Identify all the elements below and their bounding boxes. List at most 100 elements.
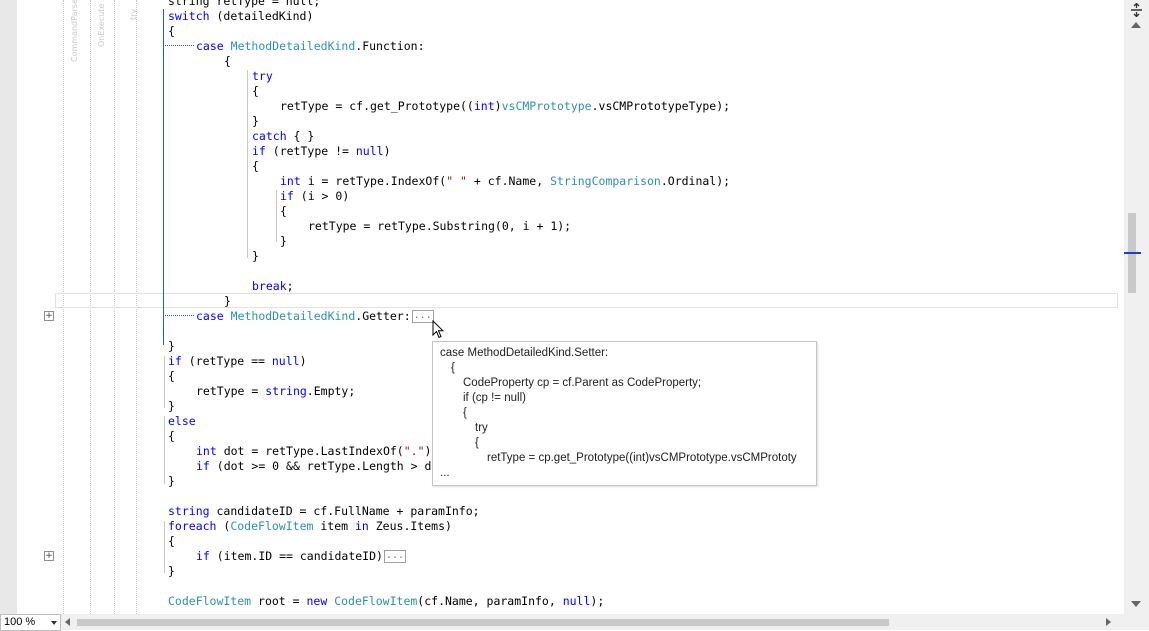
code-line[interactable]: { [168, 24, 175, 39]
code-token: string retType = null; [168, 0, 321, 8]
code-token: ) [494, 99, 502, 113]
code-token: int [473, 99, 495, 113]
code-token: { [168, 369, 175, 383]
code-token: { [224, 54, 231, 68]
code-line[interactable]: { [168, 429, 175, 444]
code-token: if [196, 459, 210, 473]
code-line[interactable]: { [224, 54, 231, 69]
collapsed-region-button[interactable]: ... [383, 550, 407, 563]
code-token: foreach [168, 519, 217, 533]
code-token: else [168, 414, 196, 428]
code-token: ) [299, 354, 307, 368]
code-token: (detailedKind) [209, 9, 314, 23]
code-text-area[interactable]: string retType = null; switch (detailedKi… [0, 0, 1116, 614]
scroll-down-arrow-icon[interactable] [1131, 601, 1141, 607]
collapsed-region-button[interactable]: ... [411, 310, 434, 323]
code-token: i = retType.IndexOf( [300, 174, 447, 188]
code-token: MethodDetailedKind [230, 39, 356, 53]
tooltip-line: CodeProperty cp = cf.Parent as CodePrope… [463, 377, 702, 389]
code-line[interactable]: } [168, 474, 175, 489]
code-line[interactable]: switch (detailedKind) [168, 9, 313, 24]
code-line[interactable]: if (item.ID == candidateID)... [196, 549, 407, 564]
code-line[interactable]: string retType = null; [168, 0, 320, 9]
code-line[interactable]: foreach (CodeFlowItem item in Zeus.Items… [168, 519, 452, 534]
code-token: try [252, 69, 273, 83]
code-line[interactable]: } [252, 249, 259, 264]
tooltip-line: ... [440, 467, 450, 479]
code-token: } [168, 339, 175, 353]
code-token: + cf.Name, [466, 174, 551, 188]
scroll-up-arrow-icon[interactable] [1131, 22, 1141, 28]
code-line[interactable]: try [252, 69, 273, 84]
code-line[interactable]: } [280, 234, 287, 249]
code-token: null [355, 144, 384, 158]
code-token: int [196, 444, 217, 458]
code-line[interactable]: retType = string.Empty; [196, 384, 355, 399]
code-editor[interactable]: CommandParse OnExecute try + + string re… [0, 0, 1124, 614]
code-line[interactable]: { [252, 84, 259, 99]
code-line[interactable]: case MethodDetailedKind.Function: [196, 39, 425, 54]
code-line[interactable]: catch { } [252, 129, 314, 144]
vertical-scrollbar[interactable] [1124, 0, 1149, 614]
code-token: CodeFlowItem [168, 594, 252, 608]
code-token: MethodDetailedKind [230, 309, 356, 323]
code-token: "." [403, 444, 425, 458]
code-line[interactable]: { [252, 159, 259, 174]
zoom-dropdown[interactable]: 100 % [0, 614, 61, 631]
code-token: dot = retType.LastIndexOf( [216, 444, 404, 458]
code-line[interactable]: retType = retType.Substring(0, i + 1); [308, 219, 571, 234]
code-line[interactable]: retType = cf.get_Prototype((int)vsCMProt… [280, 99, 730, 114]
code-line[interactable]: if (i > 0) [280, 189, 349, 204]
code-line[interactable]: } [168, 564, 175, 579]
code-token: (item.ID == candidateID) [209, 549, 383, 563]
chevron-down-icon[interactable] [51, 621, 57, 625]
code-token: null [271, 354, 300, 368]
code-line[interactable]: if (dot >= 0 && retType.Length > d [196, 459, 431, 474]
code-token: root = [251, 594, 307, 608]
code-token: int [280, 174, 301, 188]
code-token: candidateID = cf.FullName + paramInfo; [209, 504, 480, 518]
code-token: { [168, 534, 175, 548]
code-line[interactable]: break; [252, 279, 294, 294]
code-token: break [252, 279, 287, 293]
code-line[interactable]: } [224, 294, 231, 309]
code-line[interactable]: case MethodDetailedKind.Getter:... [196, 309, 434, 324]
scroll-right-arrow-icon[interactable] [1106, 618, 1111, 626]
code-line[interactable]: int i = retType.IndexOf(" " + cf.Name, S… [280, 174, 730, 189]
code-line[interactable]: { [168, 369, 175, 384]
split-handle-icon[interactable] [1130, 3, 1143, 17]
code-line[interactable]: if (retType == null) [168, 354, 307, 369]
code-token: } [224, 294, 231, 308]
mouse-pointer-icon [432, 320, 444, 339]
tooltip-line: retType = cp.get_Prototype((int)vsCMProt… [487, 452, 797, 464]
code-line[interactable]: { [280, 204, 287, 219]
code-token: if [196, 549, 210, 563]
code-line[interactable]: int dot = retType.LastIndexOf(".") [196, 444, 431, 459]
horizontal-scroll-thumb[interactable] [77, 619, 889, 626]
code-token: .Empty; [306, 384, 356, 398]
code-token: ; [286, 279, 294, 293]
code-token: { [280, 204, 287, 218]
code-token: string [168, 504, 210, 518]
code-line[interactable]: } [168, 339, 175, 354]
code-token: } [252, 249, 259, 263]
code-token: .Getter: [355, 309, 411, 323]
code-line[interactable]: { [168, 534, 175, 549]
code-token: CodeFlowItem [230, 519, 314, 533]
scroll-left-arrow-icon[interactable] [65, 618, 70, 626]
code-line[interactable]: if (retType != null) [252, 144, 391, 159]
code-line[interactable]: else [168, 414, 196, 429]
code-line[interactable]: CodeFlowItem root = new CodeFlowItem(cf.… [168, 594, 604, 609]
horizontal-scrollbar[interactable] [61, 614, 1124, 630]
code-token: if [168, 354, 182, 368]
code-token: .vsCMPrototypeType); [591, 99, 731, 113]
collapsed-code-preview-tooltip: case MethodDetailedKind.Setter: {CodeProp… [432, 341, 817, 486]
code-token: { [168, 429, 175, 443]
code-token: if [252, 144, 266, 158]
code-token: retType = [196, 384, 266, 398]
code-token: .Function: [355, 39, 425, 53]
code-line[interactable]: } [168, 399, 175, 414]
code-line[interactable]: string candidateID = cf.FullName + param… [168, 504, 480, 519]
tooltip-line: case MethodDetailedKind.Setter: [440, 347, 609, 359]
code-line[interactable]: } [252, 114, 259, 129]
